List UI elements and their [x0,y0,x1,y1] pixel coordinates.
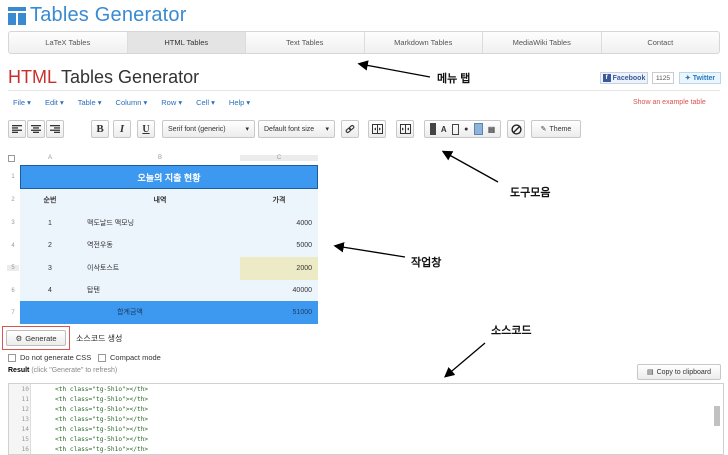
annotation-workspace: 작업창 [411,257,442,269]
annotation-toolbar: 도구모음 [510,187,551,199]
annotation-source: 소스코드 [491,325,532,337]
annotation-menu-tab: 메뉴 탭 [437,73,471,85]
page-root: Tables Generator LaTeX Tables HTML Table… [0,0,728,455]
annotation-arrows [333,60,499,378]
